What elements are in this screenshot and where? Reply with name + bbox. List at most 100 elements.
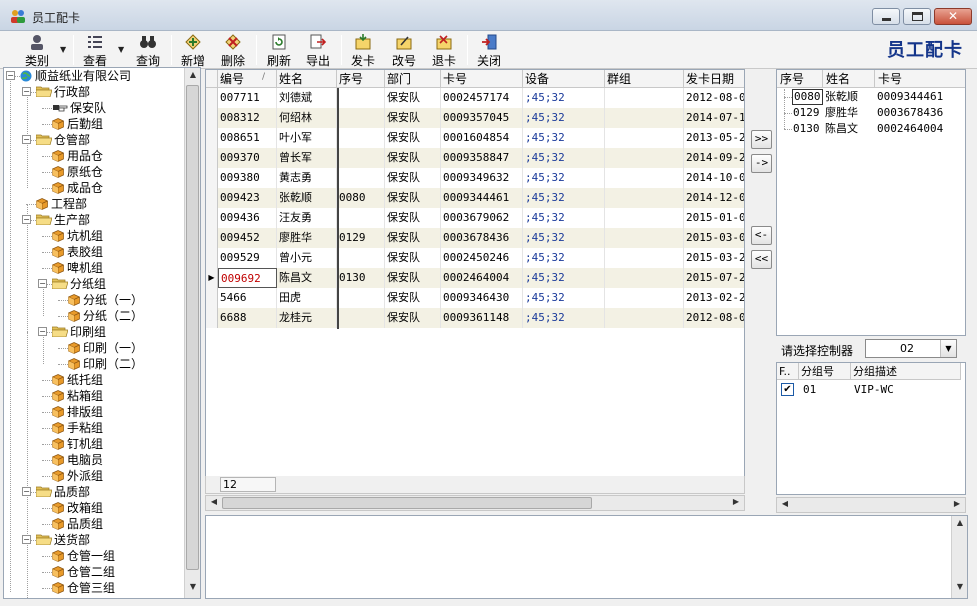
table-cell[interactable] <box>337 208 385 228</box>
tree-vscroll[interactable]: ▲ ▼ <box>184 68 200 598</box>
scroll-left-icon[interactable]: ◀ <box>208 497 220 509</box>
grid-col-header[interactable]: 设备 <box>523 70 605 88</box>
table-cell[interactable]: 2014-09-25 <box>684 148 744 168</box>
tree-node[interactable]: 品质部 <box>36 484 90 500</box>
table-cell[interactable]: 2013-02-26 <box>684 288 744 308</box>
scroll-left-icon[interactable]: ◀ <box>779 499 791 511</box>
table-cell[interactable]: 2014-07-17 <box>684 108 744 128</box>
grid-col-header[interactable]: 部门 <box>385 70 441 88</box>
table-cell[interactable]: 龙桂元 <box>277 308 337 328</box>
table-cell[interactable]: 曾小元 <box>277 248 337 268</box>
table-cell[interactable]: 0009357045 <box>441 108 523 128</box>
table-cell[interactable]: 008651 <box>218 128 277 148</box>
tree-node[interactable]: 用品仓 <box>52 148 103 164</box>
tree-node[interactable]: 后勤组 <box>52 116 103 132</box>
grid-col-header[interactable]: 姓名 <box>277 70 337 88</box>
table-cell[interactable] <box>605 88 684 108</box>
tree-node[interactable]: 行政部 <box>36 84 90 100</box>
table-cell[interactable]: 汪友勇 <box>277 208 337 228</box>
scroll-right-icon[interactable]: ▶ <box>730 497 742 509</box>
table-cell[interactable]: 保安队 <box>385 168 441 188</box>
tree-node[interactable]: 外派组 <box>52 468 103 484</box>
tree-node[interactable]: 分纸组 <box>52 276 106 292</box>
group-checkbox[interactable]: ✔ <box>781 383 794 396</box>
table-cell[interactable] <box>605 308 684 328</box>
table-cell[interactable]: 0009346430 <box>441 288 523 308</box>
table-cell[interactable] <box>605 108 684 128</box>
table-row[interactable]: ▶ 009692 陈昌文 0130 保安队 0002464004 ;45;32 2015-07… <box>206 268 744 288</box>
view-dropdown-arrow-icon[interactable]: ▼ <box>118 45 124 54</box>
tree-node[interactable]: 印刷（二） <box>68 356 143 372</box>
vscroll-thumb[interactable] <box>186 85 199 570</box>
tree-node[interactable]: 送货部 <box>36 532 90 548</box>
table-row[interactable]: 008651叶小军 保安队0001604854;45;32 2013-05-22 <box>206 128 744 148</box>
table-cell[interactable]: ;45;32 <box>523 128 605 148</box>
log-panel-vscroll[interactable]: ▲ ▼ <box>951 516 967 598</box>
grid-col-header[interactable]: 编号 <box>218 70 277 88</box>
tree-node[interactable]: 坑机组 <box>52 228 103 244</box>
return-card-button[interactable]: 退卡 <box>429 33 459 68</box>
tree-node[interactable]: 啤机组 <box>52 260 103 276</box>
table-cell[interactable] <box>337 88 385 108</box>
table-cell[interactable]: 0003678436 <box>441 228 523 248</box>
add-selected-button[interactable]: -> <box>751 154 772 173</box>
table-cell[interactable]: 2015-01-07 <box>684 208 744 228</box>
table-cell[interactable]: ;45;32 <box>523 248 605 268</box>
table-cell[interactable]: 009692 <box>218 268 277 288</box>
refresh-button[interactable]: 刷新 <box>264 33 294 68</box>
table-cell[interactable]: 0129 <box>337 228 385 248</box>
group-col-flag[interactable]: F.. <box>777 363 799 380</box>
issue-card-button[interactable]: 发卡 <box>348 33 378 68</box>
table-cell[interactable]: 0002457174 <box>441 88 523 108</box>
tree-node[interactable]: 印刷组 <box>52 324 106 340</box>
table-cell[interactable]: 刘德斌 <box>277 88 337 108</box>
table-cell[interactable] <box>337 148 385 168</box>
employee-grid-hscroll[interactable]: ◀ ▶ <box>205 495 745 511</box>
table-cell[interactable]: ;45;32 <box>523 268 605 288</box>
table-row[interactable]: 009436汪友勇 保安队0003679062;45;32 2015-01-07 <box>206 208 744 228</box>
scroll-down-icon[interactable]: ▼ <box>954 582 966 596</box>
table-cell[interactable]: 0009358847 <box>441 148 523 168</box>
tree-collapse-icon[interactable]: − <box>6 71 15 80</box>
table-row[interactable]: 6688龙桂元 保安队0009361148;45;32 2012-08-08 <box>206 308 744 328</box>
table-cell[interactable]: ;45;32 <box>523 88 605 108</box>
table-cell[interactable]: 0002464004 <box>441 268 523 288</box>
close-button[interactable]: 关闭 <box>474 33 504 68</box>
table-cell[interactable]: 0080 <box>337 188 385 208</box>
table-row[interactable]: 009380黄志勇 保安队0009349632;45;32 2014-10-07 <box>206 168 744 188</box>
table-cell[interactable]: 2012-08-08 <box>684 88 744 108</box>
delete-button[interactable]: 删除 <box>218 33 248 68</box>
assigned-col-card[interactable]: 卡号 <box>875 70 965 88</box>
table-cell[interactable]: 2014-10-07 <box>684 168 744 188</box>
table-cell[interactable]: ;45;32 <box>523 188 605 208</box>
table-cell[interactable]: 何绍林 <box>277 108 337 128</box>
table-cell[interactable] <box>337 288 385 308</box>
table-cell[interactable]: 2015-03-23 <box>684 248 744 268</box>
tree-node[interactable]: 仓管部 <box>36 132 90 148</box>
category-dropdown-arrow-icon[interactable]: ▼ <box>60 45 66 54</box>
table-cell[interactable]: 0003679062 <box>441 208 523 228</box>
table-row[interactable]: 009452 廖胜华 0129 保安队 0003678436 ;45;32 2015-03-… <box>206 228 744 248</box>
table-cell[interactable] <box>605 228 684 248</box>
tree-collapse-icon[interactable]: − <box>38 279 47 288</box>
table-row[interactable]: 007711刘德斌 保安队0002457174;45;32 2012-08-08 <box>206 88 744 108</box>
table-cell[interactable]: 0009344461 <box>441 188 523 208</box>
tree-node[interactable]: 工程部 <box>36 196 87 212</box>
table-cell[interactable]: 黄志勇 <box>277 168 337 188</box>
close-window-button[interactable]: ✕ <box>934 8 972 25</box>
tree-node[interactable]: 钉机组 <box>52 436 103 452</box>
chevron-down-icon[interactable]: ▼ <box>940 340 956 357</box>
employee-grid[interactable]: 编号 姓名 序号 部门 卡号 设备 群组 发卡日期/ 007711 刘德斌 保安队 00024571… <box>205 69 745 493</box>
group-grid[interactable]: F.. 分组号 分组描述 ✔ 01 VIP-WC <box>776 362 966 495</box>
table-row[interactable]: 5466田虎 保安队0009346430;45;32 2013-02-26 <box>206 288 744 308</box>
department-tree[interactable]: − 顺益纸业有限公司 − 行政部 保安队 后勤组 − 仓管部 用品仓 原纸仓 成品仓 工程部 − 生产部坑… <box>3 67 201 599</box>
table-cell[interactable]: 009423 <box>218 188 277 208</box>
table-cell[interactable]: ;45;32 <box>523 208 605 228</box>
table-cell[interactable]: 0130 <box>337 268 385 288</box>
table-cell[interactable]: 009370 <box>218 148 277 168</box>
assigned-col-seq[interactable]: 序号 <box>777 70 823 88</box>
table-cell[interactable] <box>605 268 684 288</box>
table-cell[interactable] <box>337 108 385 128</box>
table-cell[interactable]: 保安队 <box>385 88 441 108</box>
table-cell[interactable]: 保安队 <box>385 268 441 288</box>
